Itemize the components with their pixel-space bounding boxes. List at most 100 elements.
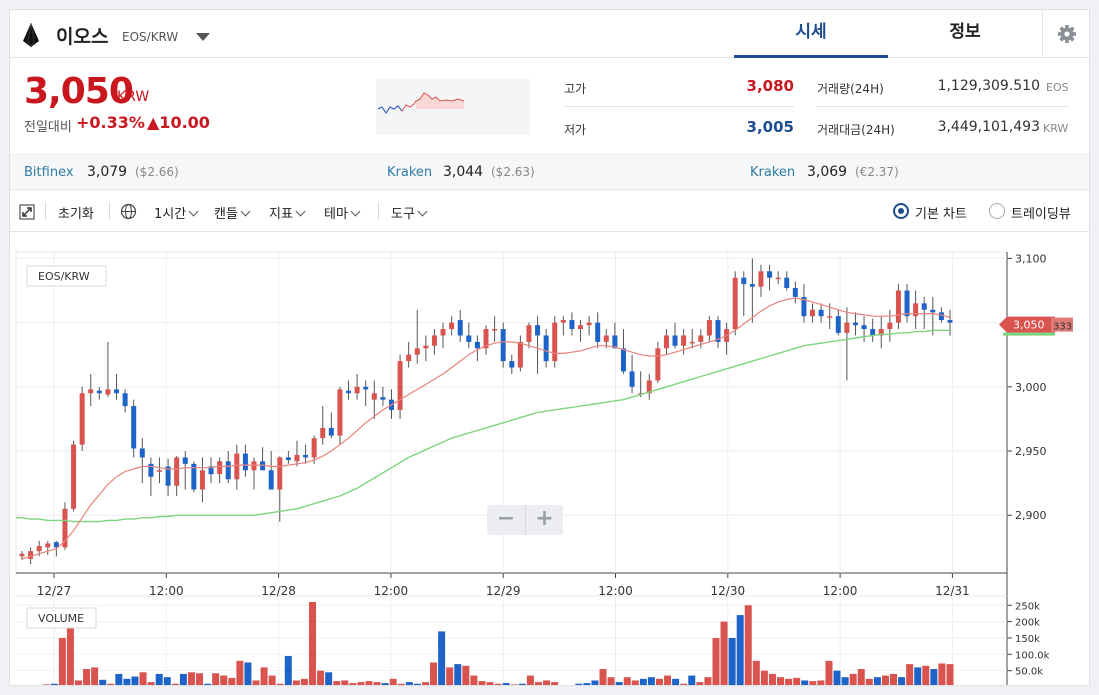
candle [79, 393, 85, 445]
exchange-price: 3,079 [87, 164, 128, 180]
candle-label: 캔들 [214, 207, 238, 222]
volume-bar [58, 637, 66, 685]
volume-bar [260, 667, 268, 685]
zoom-in-button[interactable]: + [525, 505, 563, 535]
volume-bar [35, 685, 42, 686]
volume-bar [785, 678, 793, 685]
tab-info[interactable]: 정보 [888, 10, 1042, 58]
tools-dropdown[interactable]: 도구 [391, 203, 428, 222]
volume-bar [744, 605, 752, 685]
tradingview-label[interactable]: 트레이딩뷰 [1011, 203, 1071, 222]
volume-bar [131, 676, 139, 685]
volume-bar [413, 683, 421, 685]
volume-y-tick-label: 200k [1015, 618, 1040, 629]
volume-bar [777, 677, 785, 685]
volume-bar [623, 677, 631, 685]
volume-bar [171, 683, 179, 685]
coin-name: 이오스 [56, 26, 109, 48]
candle [698, 335, 704, 342]
candle [311, 438, 317, 458]
interval-dropdown[interactable]: 1시간 [154, 203, 199, 222]
volume-bar [333, 681, 341, 685]
volume-bar [567, 685, 574, 686]
candle [148, 463, 154, 477]
candle [500, 329, 506, 362]
volume-bar [196, 673, 204, 685]
ma-price-marker [1003, 332, 1055, 336]
candle [139, 448, 145, 458]
candle [294, 454, 300, 462]
candle [681, 335, 687, 346]
theme-dropdown[interactable]: 테마 [324, 203, 361, 222]
y-tick-label: 3,100 [1015, 252, 1047, 265]
candle [492, 329, 498, 331]
divider [378, 202, 379, 220]
globe-icon[interactable] [120, 203, 137, 220]
x-tick-label: 12:00 [823, 584, 858, 598]
change-percent: +0.33% [76, 113, 145, 132]
exchange-price-row: Bitfinex 3,079 ($2.66) Kraken 3,044 ($2.… [10, 154, 1089, 190]
candle [827, 316, 833, 318]
candle [251, 461, 257, 471]
volume-bar [551, 682, 559, 685]
volume-bar [381, 683, 389, 685]
volume-bar [607, 677, 615, 685]
volume-bar [74, 680, 82, 685]
coin-dropdown-caret-icon[interactable] [196, 33, 210, 41]
volume-bar [938, 663, 946, 685]
volume-bar [389, 678, 397, 685]
candle [457, 320, 463, 336]
candle [363, 386, 369, 390]
basic-chart-label[interactable]: 기본 차트 [915, 203, 967, 222]
candle [174, 457, 180, 486]
volume-bar [155, 673, 163, 685]
candle [784, 277, 790, 288]
candle [810, 309, 816, 317]
candle [595, 322, 601, 342]
settings-button[interactable] [1042, 10, 1089, 58]
chart-toolbar: 초기화 1시간 캔들 지표 테마 도구 기본 차트 트레이딩뷰 [10, 190, 1089, 232]
volume-bar [212, 673, 220, 685]
expand-icon[interactable] [19, 204, 35, 220]
interval-label: 1시간 [154, 207, 187, 222]
volume-bar [462, 665, 470, 685]
volume-bar [438, 631, 446, 685]
volume-bar [768, 673, 776, 685]
price-chart-area[interactable]: 12/27 12:00 12/28 12:00 12/29 12:00 12/30 12:00… [10, 232, 1090, 686]
volume-bar [543, 680, 551, 685]
volume-y-tick-label: 150k [1015, 634, 1040, 645]
exchange-usd-price: ($2.66) [135, 165, 179, 179]
candle [225, 461, 231, 480]
volume-bar [397, 683, 405, 685]
tab-price[interactable]: 시세 [734, 10, 888, 58]
volume-bar [244, 662, 252, 685]
candle [122, 393, 128, 407]
x-tick-label: 12/29 [486, 584, 521, 598]
exchange-name[interactable]: Kraken [387, 165, 432, 180]
candle [320, 427, 326, 439]
reset-button[interactable]: 초기화 [58, 203, 94, 222]
candle [449, 322, 455, 330]
header: 이오스 EOS/KRW 시세 정보 [10, 10, 1089, 58]
tradingview-radio[interactable] [989, 203, 1005, 219]
candle [620, 348, 626, 372]
volume-bar [115, 673, 123, 685]
exchange-name[interactable]: Kraken [750, 165, 795, 180]
basic-chart-radio[interactable] [893, 203, 909, 219]
exchange-name[interactable]: Bitfinex [24, 165, 74, 180]
zoom-out-button[interactable]: − [487, 505, 525, 535]
indicator-dropdown[interactable]: 지표 [269, 203, 306, 222]
candle [852, 322, 858, 326]
volume-bar [720, 621, 728, 685]
candlestick-chart[interactable]: 12/27 12:00 12/28 12:00 12/29 12:00 12/30 12:00… [10, 232, 1090, 686]
candle [354, 386, 360, 394]
volume-bar [534, 682, 542, 685]
candle-dropdown[interactable]: 캔들 [214, 203, 251, 222]
chevron-down-icon [188, 206, 199, 217]
candle [19, 553, 25, 557]
volume-bar [430, 662, 438, 685]
x-tick-label: 12/30 [711, 584, 746, 598]
volume-bar [204, 683, 212, 685]
volume-bar [865, 678, 873, 685]
candle [406, 354, 412, 362]
